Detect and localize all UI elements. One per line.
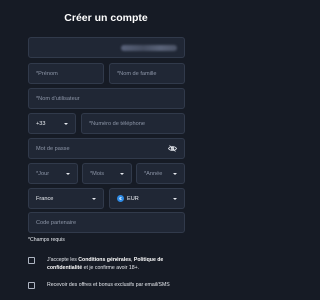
- euro-icon: €: [117, 195, 124, 202]
- page-title: Créer un compte: [64, 12, 148, 24]
- terms-suffix: et je confirme avoir 18+.: [82, 265, 140, 271]
- phone-placeholder: *Numéro de téléphone: [89, 120, 145, 127]
- blurred-email-image: [121, 44, 177, 51]
- offers-text: Recevoir des offres et bonus exclusifs p…: [47, 282, 170, 288]
- month-placeholder: *Mois: [90, 170, 104, 177]
- day-placeholder: *Jour: [36, 170, 50, 177]
- firstname-field[interactable]: *Prénom: [28, 63, 104, 84]
- chevron-down-icon: [173, 197, 177, 200]
- chevron-down-icon: [173, 172, 177, 175]
- chevron-down-icon: [66, 172, 70, 175]
- currency-select[interactable]: € EUR: [109, 188, 185, 209]
- email-field[interactable]: [28, 37, 185, 58]
- username-field[interactable]: *Nom d'utilisateur: [28, 88, 185, 109]
- offers-consent-row: Recevoir des offres et bonus exclusifs p…: [28, 281, 197, 289]
- eye-slash-icon[interactable]: [168, 145, 177, 152]
- required-note: *Champs requis: [28, 237, 65, 243]
- month-select[interactable]: *Mois: [82, 163, 132, 184]
- day-select[interactable]: *Jour: [28, 163, 78, 184]
- lastname-placeholder: *Nom de famille: [117, 70, 157, 77]
- phone-code-select[interactable]: +33: [28, 113, 76, 134]
- chevron-down-icon: [64, 122, 68, 125]
- terms-text: J'accepte les Conditions générales, Poli…: [47, 256, 187, 272]
- password-placeholder: Mot de passe: [36, 145, 70, 152]
- firstname-placeholder: *Prénom: [36, 70, 58, 77]
- promo-code-field[interactable]: Code partenaire: [28, 212, 185, 233]
- phone-number-field[interactable]: *Numéro de téléphone: [81, 113, 185, 134]
- signup-page: Créer un compte *Prénom *Nom de famille …: [0, 0, 212, 300]
- country-select[interactable]: France: [28, 188, 104, 209]
- promo-placeholder: Code partenaire: [36, 219, 77, 226]
- password-field[interactable]: Mot de passe: [28, 138, 185, 159]
- country-value: France: [36, 195, 54, 202]
- terms-link[interactable]: Conditions générales: [78, 257, 131, 263]
- lastname-field[interactable]: *Nom de famille: [109, 63, 185, 84]
- terms-checkbox[interactable]: [28, 257, 35, 264]
- username-placeholder: *Nom d'utilisateur: [36, 95, 80, 102]
- currency-value: EUR: [127, 195, 139, 202]
- phone-code-value: +33: [36, 120, 46, 127]
- year-select[interactable]: *Année: [136, 163, 185, 184]
- chevron-down-icon: [120, 172, 124, 175]
- terms-prefix: J'accepte les: [47, 257, 79, 263]
- year-placeholder: *Année: [144, 170, 163, 177]
- offers-checkbox[interactable]: [28, 282, 35, 289]
- terms-consent-row: J'accepte les Conditions générales, Poli…: [28, 256, 187, 272]
- chevron-down-icon: [92, 197, 96, 200]
